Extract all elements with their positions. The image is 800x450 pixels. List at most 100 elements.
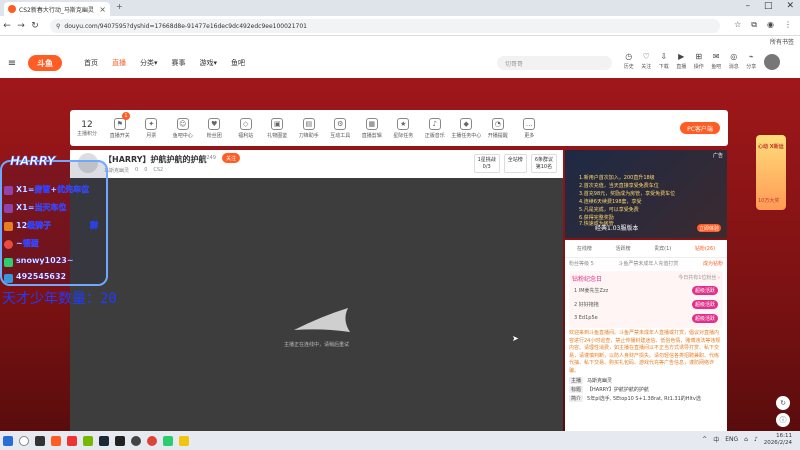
header-follow[interactable]: ♡ 关注 — [638, 52, 656, 70]
wechat-app-icon[interactable] — [160, 431, 176, 450]
list-item[interactable]: 2 好好拖拖 超级活跃 — [572, 297, 720, 311]
music-icon: ♪ — [428, 117, 441, 130]
grid-icon: ⊞ — [695, 52, 703, 61]
toolbar-interact-tools[interactable]: ⚙ 互动工具 — [325, 117, 357, 139]
level-display[interactable]: 12 主播积分 — [70, 120, 104, 137]
toolbar-music[interactable]: ♪ 正版音乐 — [419, 117, 451, 139]
user-avatar[interactable] — [764, 54, 780, 70]
room-meta: 马斯克幽灵 0 0 CS2 — [104, 167, 163, 174]
site-rank[interactable]: 全站榜 — [503, 154, 527, 173]
nav-fishbar[interactable]: 鱼吧 — [231, 58, 245, 68]
douyu-logo[interactable]: 斗鱼 — [28, 55, 62, 71]
windows-start-icon[interactable] — [0, 431, 16, 450]
ad-cta-button[interactable]: 立即体验 — [697, 224, 721, 232]
search-icon[interactable] — [16, 431, 32, 450]
site-info-icon[interactable]: ⚲ — [56, 23, 60, 30]
task-view-icon[interactable] — [32, 431, 48, 450]
card-more-link[interactable]: 今日共有1位粉丝 › — [678, 274, 720, 283]
nav-home[interactable]: 首页 — [84, 58, 98, 68]
header-ops[interactable]: ⊞ 操作 — [690, 52, 708, 70]
chevron-up-icon[interactable]: ^ — [702, 436, 707, 443]
ime-icon[interactable]: 中 — [713, 435, 719, 444]
list-item[interactable]: 3 Ed1p5e 超级活跃 — [572, 311, 720, 325]
toolbar-monthly-ticket[interactable]: ✦ 月票 — [136, 117, 168, 139]
nav-events[interactable]: 赛事 — [172, 58, 186, 68]
refresh-icon[interactable]: ↻ — [776, 396, 790, 410]
profile-icon[interactable]: ◉ — [767, 20, 774, 30]
follow-button[interactable]: 关注 — [222, 153, 240, 163]
new-tab-button[interactable]: + — [116, 2, 123, 11]
toolbar-blade-helper[interactable]: ▤ 刀锋助手 — [293, 117, 325, 139]
toolbar-task-center[interactable]: ◆ 主播任务中心 — [451, 117, 483, 139]
back-icon[interactable]: ← — [0, 21, 14, 31]
ad-banner[interactable]: 广告 1.新用户首次加入，200直升18级 2.首次充值，当天直接享受免费车位 … — [565, 150, 727, 238]
search-input[interactable]: 切哥哥 — [497, 56, 612, 70]
toolbar-live-reminder[interactable]: ◔ 开播提醒 — [482, 117, 514, 139]
heart-icon: ♥ — [208, 117, 221, 130]
tab-close-icon[interactable]: × — [99, 5, 106, 14]
main-nav: 首页 直播 分类▾ 赛事 游戏▾ 鱼吧 — [84, 58, 245, 68]
pc-client-button[interactable]: PC客户端 — [680, 122, 720, 134]
nav-games[interactable]: 游戏▾ — [200, 58, 218, 68]
become-diamond-fan-link[interactable]: 成为钻粉 — [703, 260, 723, 267]
info-icon[interactable]: ⓘ — [776, 413, 790, 427]
douyu-app-icon[interactable] — [48, 431, 64, 450]
toolbar-star-task[interactable]: ★ 星际任务 — [388, 117, 420, 139]
header-history[interactable]: ◷ 历史 — [620, 52, 638, 70]
minimize-button[interactable]: – — [745, 1, 750, 11]
bookmark-star-icon[interactable]: ☆ — [734, 20, 741, 30]
tab-diamond-fans[interactable]: 钻粉(26) — [695, 245, 715, 252]
epic-icon[interactable] — [112, 431, 128, 450]
url-text: douyu.com/9407595?dyshid=17668d8e-91477e… — [64, 22, 307, 30]
maximize-button[interactable]: □ — [764, 1, 773, 11]
tab-active[interactable]: 活跃榜 — [615, 245, 630, 252]
header-fishbar[interactable]: ✉ 鱼吧 — [708, 52, 726, 70]
more-icon: … — [523, 117, 536, 130]
language-indicator[interactable]: ENG — [725, 436, 738, 443]
tab-online[interactable]: 在线榜 — [577, 245, 592, 252]
tab-vip[interactable]: 贵宾(1) — [654, 245, 671, 252]
forward-icon[interactable]: → — [14, 21, 28, 31]
star-challenge[interactable]: 1星挑战 0/3 — [473, 154, 500, 173]
gift-promo[interactable]: 心动 X新运 10万大奖 — [756, 135, 786, 210]
nav-live[interactable]: 直播 — [112, 58, 126, 68]
window-controls: – □ ✕ — [745, 1, 794, 11]
toolbar-fishbar-center[interactable]: ☺ 鱼吧中心 — [167, 117, 199, 139]
network-icon[interactable]: ⌂ — [744, 436, 748, 443]
category-link[interactable]: CS2 — [153, 167, 163, 174]
volume-icon[interactable]: ♪ — [754, 436, 758, 443]
header-download[interactable]: ⇩ 下载 — [655, 52, 673, 70]
douyu-app-2-icon[interactable] — [64, 431, 80, 450]
chrome-icon[interactable] — [144, 431, 160, 450]
steam-icon[interactable] — [96, 431, 112, 450]
task-icon: ◆ — [460, 117, 473, 130]
menu-icon[interactable]: ⋮ — [784, 20, 792, 30]
anchor-toolbar: 12 主播积分 ⚑ 直播开关 1 ✦ 月票 ☺ 鱼吧中心 ♥ 粉丝团 ◇ 福利站 ▣ 礼物图鉴… — [70, 110, 728, 146]
toolbar-clip[interactable]: ▦ 直播剪辑 — [356, 117, 388, 139]
reload-icon[interactable]: ↻ — [28, 21, 42, 31]
all-bookmarks-button[interactable]: 所有书签 — [770, 37, 794, 46]
url-field[interactable]: ⚲ douyu.com/9407595?dyshid=17668d8e-9147… — [50, 19, 720, 33]
toolbar-gift-guide[interactable]: ▣ 礼物图鉴 — [262, 117, 294, 139]
folder-icon[interactable] — [176, 431, 192, 450]
hamburger-menu-icon[interactable]: ≡ — [0, 58, 24, 69]
toolbar-welfare[interactable]: ◇ 福利站 — [230, 117, 262, 139]
clock[interactable]: 16:11 2026/2/24 — [764, 433, 792, 446]
extensions-icon[interactable]: ⧉ — [751, 20, 757, 30]
close-window-button[interactable]: ✕ — [786, 1, 794, 11]
toolbar-more[interactable]: … 更多 — [514, 117, 546, 139]
list-item[interactable]: 1 IM姜先生Zzz 超级活跃 — [572, 283, 720, 297]
nav-category[interactable]: 分类▾ — [140, 58, 158, 68]
group-rank[interactable]: 6条群议 第10名 — [530, 154, 557, 173]
header-message[interactable]: ◎ 消息 — [725, 52, 743, 70]
browser-tab[interactable]: CS2新春大行动_马斯克幽灵 × — [4, 2, 110, 16]
overlay-line-2: X1=当天车位 — [16, 203, 67, 212]
toolbar-live-switch[interactable]: ⚑ 直播开关 1 — [104, 111, 136, 139]
toolbar-fan-club[interactable]: ♥ 粉丝团 — [199, 117, 231, 139]
obs-icon[interactable] — [128, 431, 144, 450]
mouse-cursor-icon: ➤ — [512, 334, 519, 343]
nvidia-icon[interactable] — [80, 431, 96, 450]
header-live[interactable]: ▶ 直播 — [673, 52, 691, 70]
video-player[interactable]: 主播正在连线中，请稍后重试 ➤ — [70, 178, 563, 431]
header-share[interactable]: ⌁ 分享 — [743, 52, 761, 70]
